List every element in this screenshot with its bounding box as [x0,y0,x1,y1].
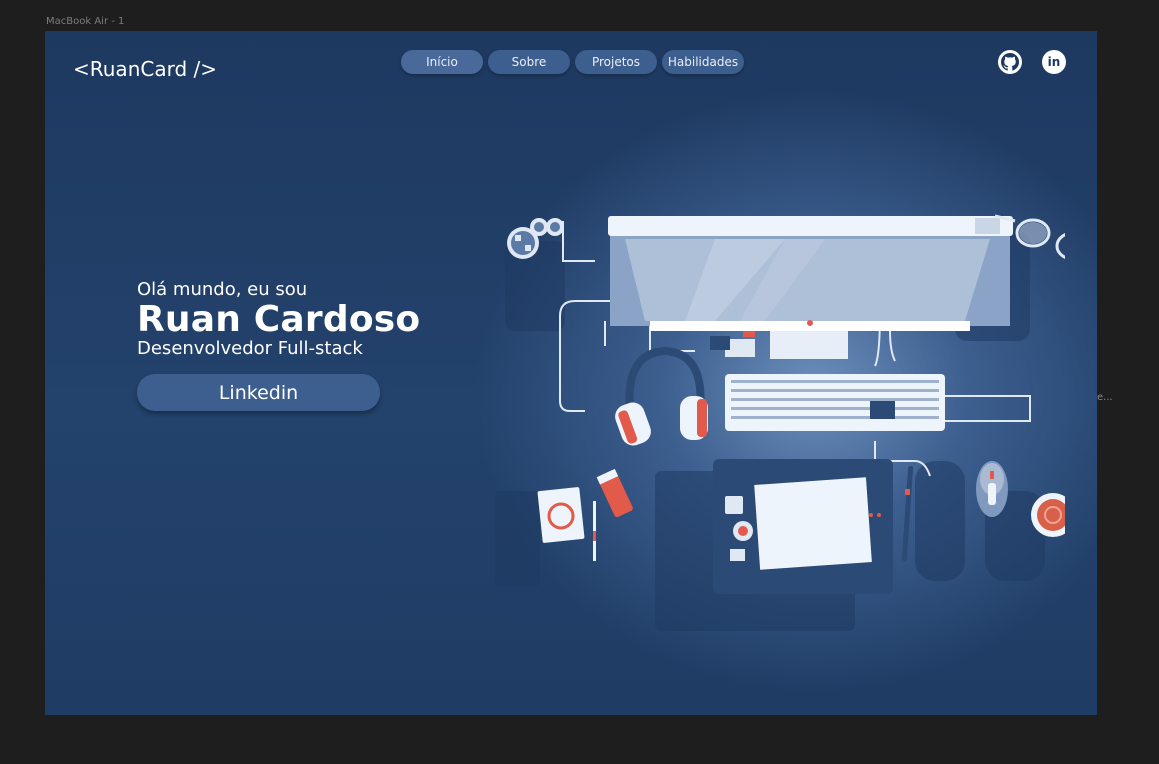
linkedin-link[interactable]: in [1042,50,1066,74]
nav-inicio-button[interactable]: Início [401,50,483,74]
github-link[interactable] [998,50,1022,74]
headphones-icon [615,346,708,446]
page-frame: <RuanCard /> Início Sobre Projetos Habil… [45,31,1097,715]
nav-projetos-button[interactable]: Projetos [575,50,657,74]
github-icon [1001,53,1019,71]
site-logo[interactable]: <RuanCard /> [73,57,217,81]
nav-habilidades-button[interactable]: Habilidades [662,50,744,74]
drawing-tablet-icon [713,459,914,594]
workspace-illustration [495,214,1065,631]
side-hint-text: e... [1097,392,1113,403]
keyboard-icon [725,374,945,431]
hero-text: Olá mundo, eu sou Ruan Cardoso Desenvolv… [137,279,420,359]
hero-greeting: Olá mundo, eu sou [137,279,308,300]
linkedin-cta-button[interactable]: Linkedin [137,374,380,411]
frame-label: MacBook Air - 1 [46,16,125,27]
monitor-icon [608,216,1013,359]
mouse-icon [976,461,1008,517]
nav-sobre-button[interactable]: Sobre [488,50,570,74]
main-nav: Início Sobre Projetos Habilidades [401,50,744,74]
hero-role: Desenvolvedor Full-stack [137,338,363,359]
hero-name: Ruan Cardoso [137,299,421,340]
notepad-icon [537,468,633,561]
linkedin-icon: in [1047,55,1061,69]
